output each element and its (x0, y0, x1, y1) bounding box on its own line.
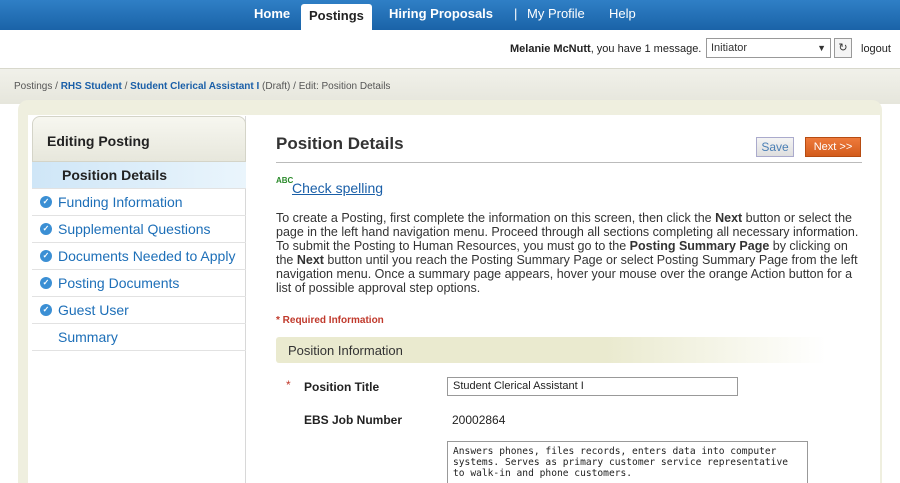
top-navigation: Home Postings Hiring Proposals | My Prof… (0, 0, 900, 30)
spellcheck-icon: ABC (276, 176, 294, 185)
check-icon: ✓ (40, 304, 52, 316)
sidebar-item-summary[interactable]: Summary (32, 324, 246, 351)
sidebar-title: Editing Posting (47, 133, 150, 149)
sidebar-header: Editing Posting (32, 116, 246, 162)
breadcrumb-separator: / (290, 81, 299, 92)
instructions-bold: Next (715, 211, 743, 225)
sidebar-item-label: Funding Information (58, 194, 183, 210)
required-information-note: * Required Information (276, 315, 384, 326)
check-icon: ✓ (40, 223, 52, 235)
breadcrumb-separator: / (52, 81, 61, 92)
logout-link[interactable]: logout (861, 43, 891, 55)
sidebar: Editing Posting Position Details ✓ Fundin… (32, 116, 246, 483)
nav-hiring-proposals[interactable]: Hiring Proposals (389, 0, 493, 30)
sidebar-item-supplemental-questions[interactable]: ✓ Supplemental Questions (32, 216, 246, 243)
nav-help[interactable]: Help (609, 0, 636, 30)
check-icon: ✓ (40, 277, 52, 289)
ebs-job-number-value: 20002864 (452, 413, 506, 427)
role-select[interactable]: Initiator ▼ (706, 38, 831, 58)
breadcrumb-separator: / (121, 81, 131, 92)
nav-home[interactable]: Home (254, 0, 290, 30)
check-spelling-link[interactable]: Check spelling (292, 180, 383, 196)
breadcrumb-rhs-student[interactable]: RHS Student (61, 81, 122, 92)
section-title: Position Information (288, 343, 403, 358)
user-bar: Melanie McNutt, you have 1 message. Init… (0, 30, 900, 68)
chevron-down-icon: ▼ (817, 43, 826, 53)
sidebar-item-label: Guest User (58, 302, 129, 318)
sidebar-item-guest-user[interactable]: ✓ Guest User (32, 297, 246, 324)
sidebar-item-label: Summary (58, 329, 118, 345)
sidebar-item-label: Position Details (62, 167, 168, 183)
sidebar-item-posting-documents[interactable]: ✓ Posting Documents (32, 270, 246, 297)
user-greeting: Melanie McNutt, you have 1 message. (510, 43, 701, 55)
sidebar-item-label: Documents Needed to Apply (58, 248, 236, 264)
ebs-job-number-label: EBS Job Number (304, 413, 403, 427)
sidebar-item-documents-needed[interactable]: ✓ Documents Needed to Apply (32, 243, 246, 270)
page-title: Position Details (276, 134, 404, 153)
breadcrumb-postings[interactable]: Postings (14, 81, 52, 92)
breadcrumb-draft: (Draft) (259, 81, 291, 92)
breadcrumb: Postings / RHS Student / Student Clerica… (14, 81, 390, 92)
section-header: Position Information (276, 337, 826, 363)
required-star: * (286, 378, 291, 392)
nav-postings[interactable]: Postings (301, 4, 372, 30)
user-name: Melanie McNutt (510, 43, 591, 55)
position-title-input[interactable]: Student Clerical Assistant I (447, 377, 738, 396)
sidebar-item-label: Supplemental Questions (58, 221, 211, 237)
breadcrumb-current: Edit: Position Details (298, 81, 391, 92)
breadcrumb-bar: Postings / RHS Student / Student Clerica… (0, 68, 900, 104)
refresh-icon[interactable]: ↻ (834, 38, 852, 58)
position-title-label: Position Title (304, 380, 380, 394)
nav-separator: | (514, 6, 518, 21)
title-divider (276, 162, 862, 163)
role-value: Initiator (711, 42, 748, 54)
instructions-text: To create a Posting, first complete the … (276, 211, 866, 295)
next-button[interactable]: Next >> (805, 137, 861, 157)
job-description-textarea[interactable]: Answers phones, files records, enters da… (447, 441, 808, 483)
check-icon: ✓ (40, 196, 52, 208)
breadcrumb-posting[interactable]: Student Clerical Assistant I (130, 81, 259, 92)
nav-my-profile[interactable]: My Profile (527, 0, 585, 30)
instructions-bold: Posting Summary Page (629, 239, 770, 253)
check-icon: ✓ (40, 250, 52, 262)
sidebar-item-label: Posting Documents (58, 275, 180, 291)
save-button[interactable]: Save (756, 137, 794, 157)
sidebar-item-funding-information[interactable]: ✓ Funding Information (32, 189, 246, 216)
instructions-part: button until you reach the Posting Summa… (276, 253, 858, 295)
instructions-part: To create a Posting, first complete the … (276, 211, 716, 225)
instructions-bold: Next (296, 253, 324, 267)
sidebar-item-position-details[interactable]: Position Details (32, 162, 246, 189)
message-text[interactable]: , you have 1 message. (591, 43, 702, 55)
